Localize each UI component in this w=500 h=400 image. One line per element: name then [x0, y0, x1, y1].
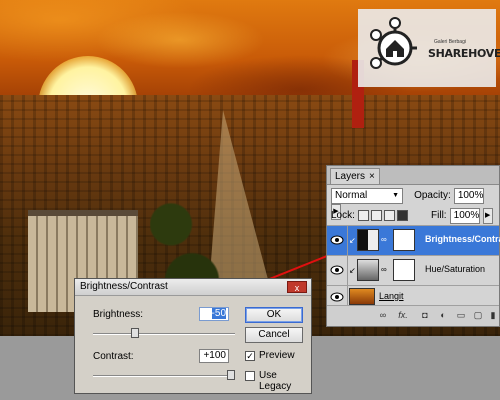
- eye-icon[interactable]: [330, 234, 344, 246]
- adjustment-layer-icon[interactable]: ◐: [437, 309, 449, 321]
- layers-footer: ∞ fx. ◘ ◐ ▭ ▢ ▮: [327, 305, 499, 326]
- use-legacy-label: Use Legacy: [259, 370, 292, 392]
- cancel-button[interactable]: Cancel: [245, 327, 303, 343]
- brightness-slider-thumb[interactable]: [131, 328, 139, 338]
- fill-label: Fill:: [431, 210, 447, 221]
- layer-divider: [347, 226, 348, 255]
- lock-transparency-icon[interactable]: [357, 210, 369, 221]
- dialog-title: Brightness/Contrast: [80, 281, 168, 292]
- contrast-label: Contrast:: [93, 351, 134, 362]
- ok-button[interactable]: OK: [245, 307, 303, 323]
- mask-thumbnail[interactable]: [393, 229, 415, 251]
- fill-arrow-icon[interactable]: ▶: [482, 208, 493, 224]
- dialog-titlebar[interactable]: Brightness/Contrast x: [75, 279, 311, 296]
- layer-hue-saturation[interactable]: ↙ ∞ Hue/Saturation: [327, 255, 499, 285]
- brightness-value: -50: [211, 308, 226, 319]
- chain-link-icon: ∞: [381, 265, 387, 274]
- layer-divider: [347, 256, 348, 285]
- adjustment-thumbnail[interactable]: [357, 259, 379, 281]
- layers-tabbar: Layers ×: [327, 166, 499, 185]
- mask-thumbnail[interactable]: [393, 259, 415, 281]
- brightness-slider[interactable]: [93, 333, 235, 335]
- fx-button[interactable]: fx.: [397, 309, 409, 321]
- use-legacy-checkbox[interactable]: [245, 371, 255, 381]
- adjustment-link-icon: ↙: [349, 236, 356, 245]
- layer-thumbnail[interactable]: [349, 288, 375, 305]
- lock-image-icon[interactable]: [370, 210, 382, 221]
- lock-label: Lock:: [331, 210, 355, 221]
- blend-mode-value: Normal: [335, 190, 368, 201]
- adjustment-link-icon: ↙: [349, 266, 356, 275]
- layer-name: Langit: [379, 291, 404, 301]
- blend-mode-select[interactable]: Normal ▼: [331, 188, 403, 204]
- lock-position-icon[interactable]: [383, 210, 395, 221]
- opacity-label: Opacity:: [414, 190, 451, 201]
- tab-layers[interactable]: Layers ×: [330, 168, 380, 184]
- layer-divider: [347, 286, 348, 307]
- lock-all-icon[interactable]: [396, 210, 408, 221]
- contrast-input[interactable]: +100: [199, 349, 229, 363]
- brightness-contrast-dialog: Brightness/Contrast x Brightness: -50 Co…: [74, 278, 312, 394]
- layer-name: Hue/Saturation: [425, 264, 486, 274]
- tab-close-icon[interactable]: ×: [369, 171, 375, 182]
- eye-icon[interactable]: [330, 264, 344, 276]
- contrast-slider-thumb[interactable]: [227, 370, 235, 380]
- blend-row: Normal ▼ Opacity: 100% ▶: [331, 188, 495, 220]
- lock-row: Lock: Fill: 100% ▶: [331, 208, 495, 224]
- add-mask-icon[interactable]: ◘: [419, 309, 431, 321]
- chain-link-icon: ∞: [381, 235, 387, 244]
- layer-name: Brightness/Contrast: [425, 234, 500, 244]
- group-folder-icon[interactable]: ▭: [455, 309, 467, 321]
- contrast-slider[interactable]: [93, 375, 235, 377]
- layer-brightness-contrast[interactable]: ↙ ∞ Brightness/Contrast: [327, 225, 500, 255]
- brightness-input[interactable]: -50: [199, 307, 229, 321]
- tab-layers-label: Layers: [335, 171, 366, 182]
- adjustment-thumbnail[interactable]: [357, 229, 379, 251]
- preview-checkbox[interactable]: ✓: [245, 351, 255, 361]
- layer-langit[interactable]: Langit: [327, 285, 499, 307]
- trash-icon[interactable]: ▮: [487, 309, 499, 321]
- preview-label: Preview: [259, 350, 295, 361]
- brightness-label: Brightness:: [93, 309, 144, 320]
- fill-input[interactable]: 100%: [449, 208, 480, 224]
- close-button[interactable]: x: [287, 281, 307, 293]
- layers-panel: Layers × Normal ▼ Opacity: 100% ▶ Lock: F…: [326, 165, 500, 327]
- chevron-down-icon: ▼: [392, 192, 399, 199]
- opacity-input[interactable]: 100%: [453, 188, 484, 204]
- new-layer-icon[interactable]: ▢: [472, 309, 484, 321]
- eye-icon[interactable]: [330, 291, 344, 303]
- link-layers-icon[interactable]: ∞: [377, 309, 389, 321]
